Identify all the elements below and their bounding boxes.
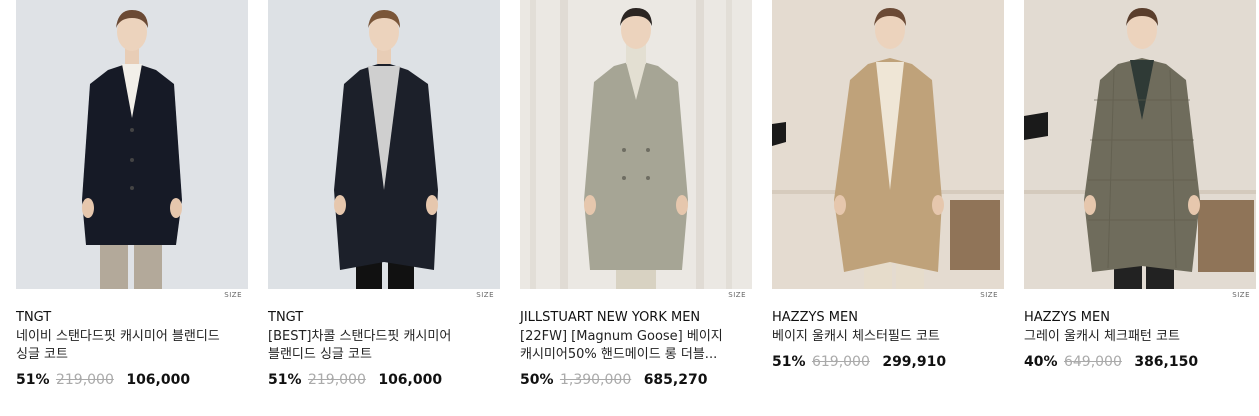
hand [170,198,182,218]
product-image-graphic [268,0,500,289]
button [622,148,626,152]
button [646,148,650,152]
price-row: 51% 219,000 106,000 [268,371,500,389]
product-card-inner: SIZE HAZZYS MEN 베이지 울캐시 체스터필드 코트 51% 619… [772,0,1004,371]
curtain-fold [696,0,704,289]
chair [950,200,1000,270]
hand [1084,195,1096,215]
product-brand[interactable]: JILLSTUART NEW YORK MEN [520,309,752,327]
product-image[interactable] [772,0,1004,289]
original-price: 1,390,000 [559,372,632,388]
size-tag: SIZE [476,291,494,299]
product-brand[interactable]: TNGT [16,309,248,327]
button [130,128,134,132]
original-price: 219,000 [55,372,114,388]
lamp [772,122,786,146]
hand [1188,195,1200,215]
product-brand[interactable]: HAZZYS MEN [772,309,1004,327]
hand [334,195,346,215]
sale-price: 106,000 [126,372,191,388]
product-card-inner: SIZE JILLSTUART NEW YORK MEN [22FW] [Mag… [520,0,752,389]
price-row: 50% 1,390,000 685,270 [520,371,752,389]
discount-rate: 51% [16,372,50,388]
product-card-inner: SIZE TNGT [BEST]차콜 스탠다드핏 캐시미어 블랜디드 싱글 코트… [268,0,500,389]
pants [100,240,128,289]
product-name[interactable]: [22FW] [Magnum Goose] 베이지 캐시미어50% 핸드메이드 … [520,328,730,364]
sale-price: 386,150 [1134,354,1199,370]
button [130,158,134,162]
hand [676,195,688,215]
button [622,176,626,180]
curtain-fold [530,0,536,289]
product-image-graphic [772,0,1004,289]
price-row: 40% 649,000 386,150 [1024,353,1256,371]
product-image[interactable] [16,0,248,289]
hand [932,195,944,215]
size-tag: SIZE [728,291,746,299]
size-tag: SIZE [1232,291,1250,299]
hand [82,198,94,218]
product-name[interactable]: 네이비 스탠다드핏 캐시미어 블랜디드 싱글 코트 [16,328,226,364]
product-name[interactable]: [BEST]차콜 스탠다드핏 캐시미어 블랜디드 싱글 코트 [268,328,478,364]
product-grid: SIZE TNGT 네이비 스탠다드핏 캐시미어 블랜디드 싱글 코트 51% … [16,0,1256,389]
price-row: 51% 219,000 106,000 [16,371,248,389]
hand [426,195,438,215]
discount-rate: 51% [268,372,302,388]
product-card[interactable]: SIZE TNGT 네이비 스탠다드핏 캐시미어 블랜디드 싱글 코트 51% … [16,0,248,389]
product-brand[interactable]: TNGT [268,309,500,327]
product-card[interactable]: SIZE HAZZYS MEN 베이지 울캐시 체스터필드 코트 51% 619… [772,0,1004,389]
discount-rate: 40% [1024,354,1058,370]
original-price: 649,000 [1063,354,1122,370]
product-brand[interactable]: HAZZYS MEN [1024,309,1256,327]
product-image[interactable] [268,0,500,289]
product-card-inner: SIZE TNGT 네이비 스탠다드핏 캐시미어 블랜디드 싱글 코트 51% … [16,0,248,389]
product-card[interactable]: SIZE JILLSTUART NEW YORK MEN [22FW] [Mag… [520,0,752,389]
hand [834,195,846,215]
product-image-graphic [1024,0,1256,289]
product-card[interactable]: SIZE TNGT [BEST]차콜 스탠다드핏 캐시미어 블랜디드 싱글 코트… [268,0,500,389]
lamp [1024,112,1048,140]
product-image-graphic [16,0,248,289]
original-price: 619,000 [811,354,870,370]
curtain-fold [560,0,568,289]
sale-price: 299,910 [882,354,947,370]
product-image-graphic [520,0,752,289]
button [130,186,134,190]
button [646,176,650,180]
size-tag: SIZE [980,291,998,299]
product-image[interactable] [1024,0,1256,289]
hand [584,195,596,215]
product-card[interactable]: SIZE HAZZYS MEN 그레이 울캐시 체크패턴 코트 40% 649,… [1024,0,1256,389]
sale-price: 106,000 [378,372,443,388]
product-card-inner: SIZE HAZZYS MEN 그레이 울캐시 체크패턴 코트 40% 649,… [1024,0,1256,371]
original-price: 219,000 [307,372,366,388]
curtain-fold [726,0,732,289]
sale-price: 685,270 [643,372,708,388]
chair [1198,200,1254,272]
price-row: 51% 619,000 299,910 [772,353,1004,371]
discount-rate: 51% [772,354,806,370]
size-tag: SIZE [224,291,242,299]
product-image[interactable] [520,0,752,289]
pants [134,240,162,289]
discount-rate: 50% [520,372,554,388]
